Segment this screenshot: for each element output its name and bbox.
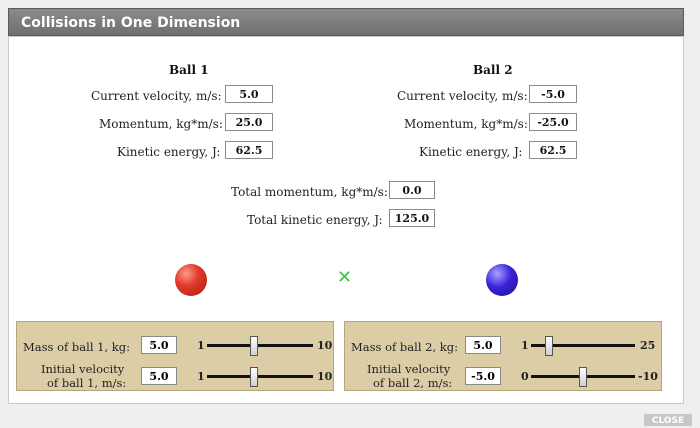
ball2-mass-min: 1: [521, 339, 529, 352]
slider-thumb[interactable]: [249, 336, 258, 356]
ball2-velocity-slider[interactable]: [531, 367, 635, 387]
ball1-velocity-slider[interactable]: [207, 367, 313, 387]
ball2-mass-label: Mass of ball 2, kg:: [351, 340, 458, 354]
ball2-velocity-input[interactable]: -5.0: [465, 367, 501, 385]
ball1-mass-slider[interactable]: [207, 336, 313, 356]
ball1-controls: Mass of ball 1, kg: 5.0 1 10 Initial vel…: [16, 321, 334, 391]
total-momentum-value: 0.0: [389, 181, 435, 199]
ball-2: [486, 264, 518, 296]
ball1-velocity-value: 5.0: [225, 85, 273, 103]
ball1-velocity-min: 1: [197, 370, 205, 383]
ball2-velocity-max: -10: [638, 370, 658, 383]
ball1-header: Ball 1: [169, 63, 209, 77]
ball1-velocity-label-line1: Initial velocity: [41, 362, 125, 376]
ball1-velocity-input[interactable]: 5.0: [141, 367, 177, 385]
slider-thumb[interactable]: [249, 367, 258, 387]
ball1-momentum-value: 25.0: [225, 113, 273, 131]
slider-track: [207, 344, 313, 347]
close-button[interactable]: CLOSE: [644, 414, 692, 426]
window-title: Collisions in One Dimension: [21, 15, 241, 31]
ball2-velocity-value: -5.0: [529, 85, 577, 103]
ball1-velocity-label-line2: of ball 1, m/s:: [47, 376, 127, 390]
ball2-mass-input[interactable]: 5.0: [465, 336, 501, 354]
ball2-velocity-label-line1: Initial velocity: [367, 362, 451, 376]
slider-thumb[interactable]: [544, 336, 553, 356]
ball1-mass-input[interactable]: 5.0: [141, 336, 177, 354]
ball2-velocity-min: 0: [521, 370, 529, 383]
ball2-ke-label: Kinetic energy, J:: [419, 145, 523, 159]
ball2-ke-value: 62.5: [529, 141, 577, 159]
ball1-mass-label: Mass of ball 1, kg:: [23, 340, 130, 354]
ball1-ke-value: 62.5: [225, 141, 273, 159]
total-ke-label: Total kinetic energy, J:: [247, 213, 383, 227]
total-ke-value: 125.0: [389, 209, 435, 227]
ball2-header: Ball 2: [473, 63, 513, 77]
ball1-mass-max: 10: [317, 339, 333, 352]
ball2-velocity-label: Current velocity, m/s:: [397, 89, 528, 103]
ball1-mass-min: 1: [197, 339, 205, 352]
ball-1: [175, 264, 207, 296]
ball2-momentum-value: -25.0: [529, 113, 577, 131]
ball2-velocity-label-line2: of ball 2, m/s:: [373, 376, 453, 390]
ball1-velocity-label: Current velocity, m/s:: [91, 89, 222, 103]
ball2-controls: Mass of ball 2, kg: 5.0 1 25 Initial vel…: [344, 321, 662, 391]
ball1-momentum-label: Momentum, kg*m/s:: [99, 117, 223, 131]
ball1-velocity-max: 10: [317, 370, 333, 383]
total-momentum-label: Total momentum, kg*m/s:: [231, 185, 388, 199]
ball2-mass-slider[interactable]: [531, 336, 635, 356]
slider-track: [207, 375, 313, 378]
ball1-ke-label: Kinetic energy, J:: [117, 145, 221, 159]
ball2-mass-max: 25: [640, 339, 656, 352]
slider-thumb[interactable]: [579, 367, 587, 387]
ball2-momentum-label: Momentum, kg*m/s:: [404, 117, 528, 131]
x-marker-icon: ✕: [337, 267, 353, 288]
window-title-bar: Collisions in One Dimension: [8, 8, 684, 36]
